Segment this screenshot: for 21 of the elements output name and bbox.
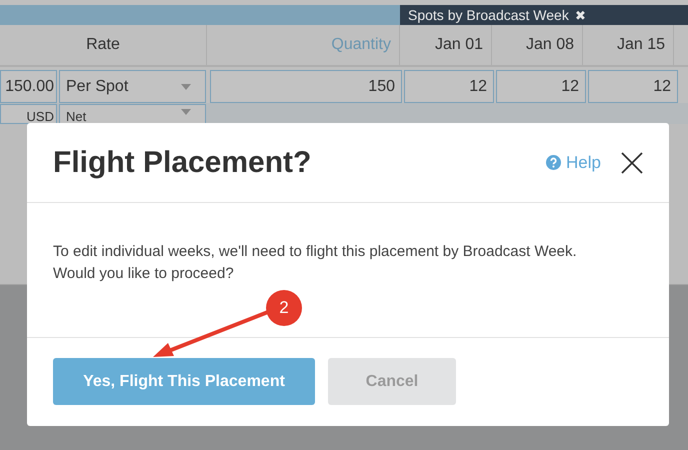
- close-button[interactable]: ✖: [572, 8, 588, 22]
- rate-type-dropdown[interactable]: Net: [59, 104, 206, 124]
- column-header: Jan 01: [434, 36, 483, 54]
- dialog-message: To edit individual weeks, we'll need to flight this placement by Broadcast Week. Would you like to proceed?: [53, 242, 578, 284]
- rate-field[interactable]: 150.00: [0, 70, 57, 103]
- caret-icon: [181, 109, 191, 115]
- week-spots-field[interactable]: 12: [496, 70, 586, 103]
- week-spots-field[interactable]: 12: [588, 70, 678, 103]
- week-spots-field[interactable]: 12: [404, 70, 494, 103]
- quantity-field[interactable]: 150: [210, 70, 402, 103]
- caret-icon: [181, 84, 191, 90]
- column-header: Jan 15: [616, 36, 665, 54]
- tag-label: Spots by Broadcast Week: [408, 7, 569, 23]
- column-header: Quantity: [331, 36, 391, 54]
- dialog-title: Flight Placement?: [53, 146, 312, 180]
- column-header: Rate: [86, 36, 120, 54]
- rate-field[interactable]: USD: [0, 104, 57, 124]
- column-header: Jan 08: [526, 36, 574, 54]
- rate-type-dropdown[interactable]: Per Spot: [59, 70, 206, 103]
- close-icon[interactable]: [621, 152, 643, 174]
- help-icon: [546, 155, 562, 170]
